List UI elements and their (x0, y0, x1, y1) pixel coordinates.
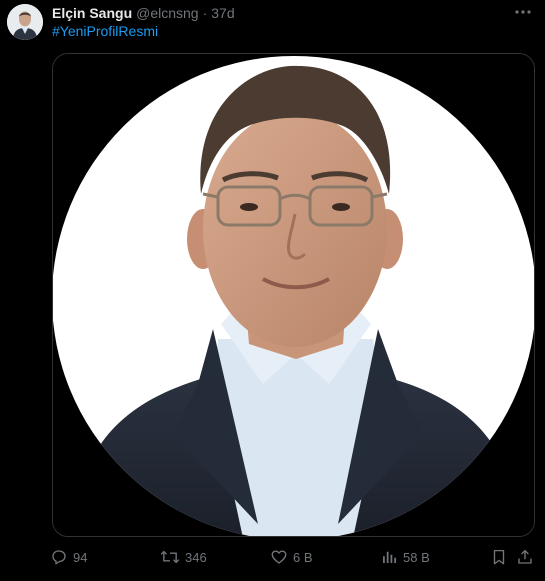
user-handle[interactable]: @elcnsng (136, 5, 198, 21)
bookmark-icon (493, 549, 505, 565)
reply-icon (52, 550, 66, 565)
share-icon (518, 549, 532, 564)
hashtag-link[interactable]: #YeniProfilResmi (52, 23, 158, 39)
reply-count: 94 (73, 549, 88, 565)
more-horizontal-icon[interactable] (513, 4, 533, 20)
views-chart-icon (383, 551, 397, 563)
action-bar: 94 346 6 B 58 B (50, 547, 537, 567)
profile-photo (53, 54, 534, 536)
avatar[interactable] (7, 4, 43, 40)
display-name[interactable]: Elçin Sangu (52, 5, 132, 21)
bookmark-button[interactable] (490, 547, 508, 567)
like-count: 6 B (293, 549, 313, 565)
avatar-image (7, 4, 43, 40)
heart-icon (271, 550, 287, 564)
like-button[interactable]: 6 B (270, 547, 313, 567)
retweet-count: 346 (185, 549, 207, 565)
tweet[interactable]: Elçin Sangu @elcnsng · 37d #YeniProfilRe… (0, 0, 545, 581)
timestamp[interactable]: 37d (211, 5, 234, 21)
separator-dot: · (202, 5, 208, 21)
views-button[interactable]: 58 B (380, 547, 430, 567)
retweet-button[interactable]: 346 (160, 547, 207, 567)
tweet-media[interactable] (52, 53, 535, 537)
retweet-icon (160, 550, 180, 564)
tweet-header: Elçin Sangu @elcnsng · 37d (52, 4, 505, 22)
reply-button[interactable]: 94 (50, 547, 87, 567)
views-count: 58 B (403, 549, 430, 565)
share-button[interactable] (516, 547, 534, 567)
